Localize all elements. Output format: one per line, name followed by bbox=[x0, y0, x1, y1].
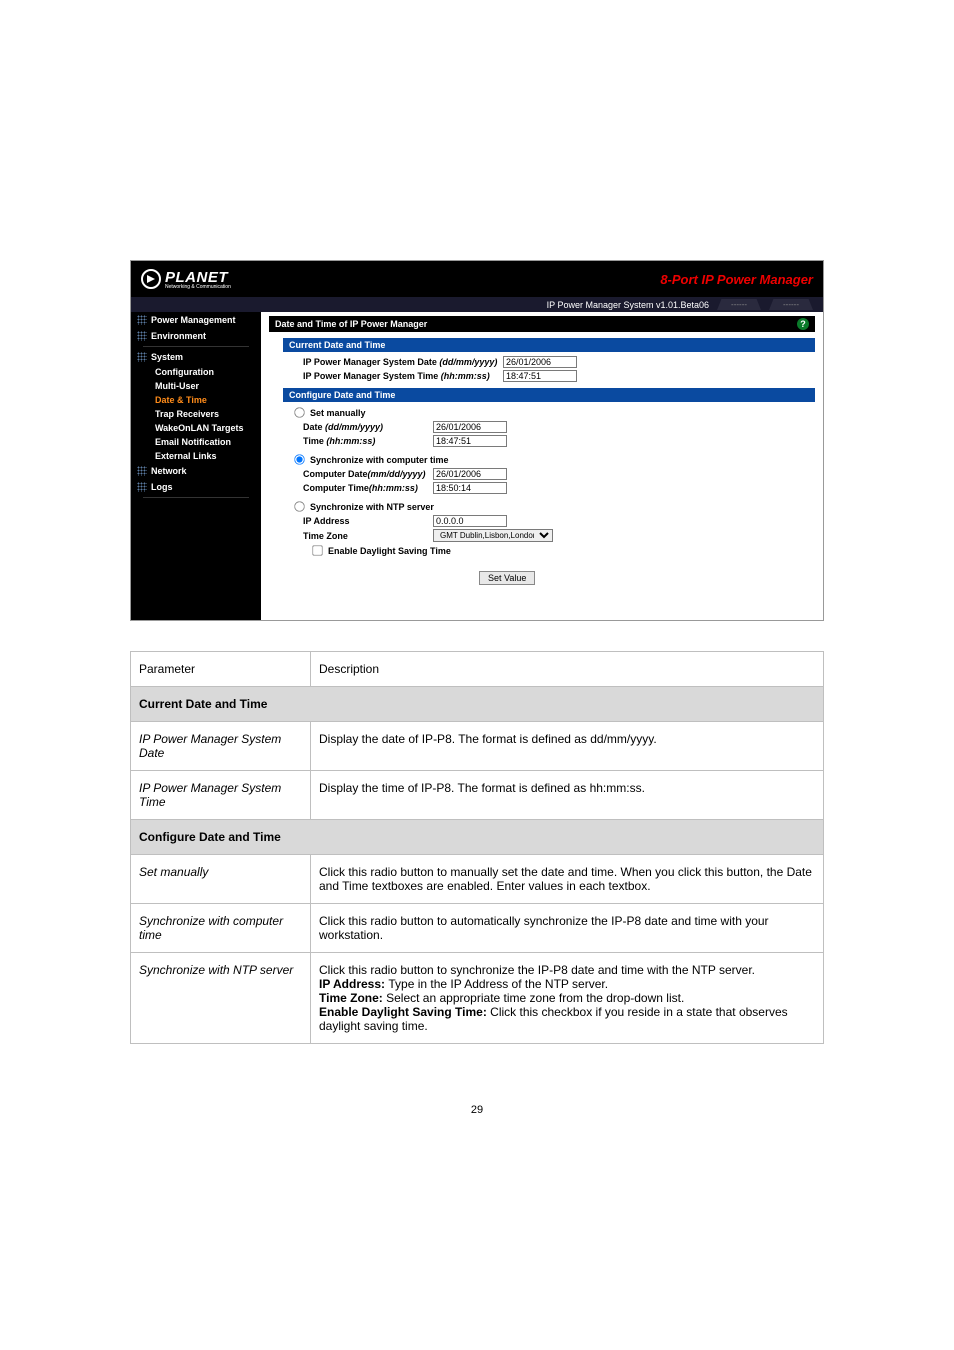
dst-checkbox[interactable] bbox=[312, 545, 322, 555]
section-current-datetime: Current Date and Time bbox=[283, 338, 815, 352]
app-screenshot: PLANET Networking & Communication 8-Port… bbox=[130, 260, 824, 621]
sidebar-item-email-notification[interactable]: Email Notification bbox=[131, 435, 261, 449]
sys-date-value bbox=[503, 356, 577, 368]
computer-time-input[interactable] bbox=[433, 482, 507, 494]
panel-title: Date and Time of IP Power Manager bbox=[275, 319, 427, 329]
group-current-datetime: Current Date and Time bbox=[131, 687, 824, 722]
brand-subtitle: Networking & Communication bbox=[165, 284, 231, 290]
parameter-table: Parameter Description Current Date and T… bbox=[130, 651, 824, 1044]
sidebar-cat-environment[interactable]: Environment bbox=[131, 328, 261, 344]
planet-logo-icon bbox=[141, 269, 161, 289]
sidebar-label: System bbox=[151, 352, 183, 362]
computer-date-label: Computer Date(mm/dd/yyyy) bbox=[303, 469, 433, 479]
panel-title-bar: Date and Time of IP Power Manager ? bbox=[269, 316, 815, 332]
sys-time-value bbox=[503, 370, 577, 382]
group-configure-datetime: Configure Date and Time bbox=[131, 820, 824, 855]
timezone-select[interactable]: GMT Dublin,Lisbon,London bbox=[433, 529, 553, 542]
set-value-button[interactable]: Set Value bbox=[479, 571, 535, 585]
sidebar-cat-system[interactable]: System bbox=[131, 349, 261, 365]
radio-set-manually-label: Set manually bbox=[310, 408, 366, 418]
page-number: 29 bbox=[0, 1104, 954, 1116]
sidebar-label: Network bbox=[151, 466, 187, 476]
desc-sys-time: Display the time of IP-P8. The format is… bbox=[311, 771, 824, 820]
sys-time-label: IP Power Manager System Time (hh:mm:ss) bbox=[303, 371, 503, 381]
timezone-label: Time Zone bbox=[303, 531, 433, 541]
manual-time-label: Time (hh:mm:ss) bbox=[303, 436, 433, 446]
system-version: IP Power Manager System v1.01.Beta06 bbox=[547, 300, 709, 310]
section-configure-datetime: Configure Date and Time bbox=[283, 388, 815, 402]
nav-dots-icon bbox=[137, 315, 147, 325]
main-panel: Date and Time of IP Power Manager ? Curr… bbox=[261, 312, 823, 620]
desc-sys-date: Display the date of IP-P8. The format is… bbox=[311, 722, 824, 771]
sidebar-item-multi-user[interactable]: Multi-User bbox=[131, 379, 261, 393]
sidebar-cat-power-management[interactable]: Power Management bbox=[131, 312, 261, 328]
col-header-description: Description bbox=[311, 652, 824, 687]
desc-set-manually: Click this radio button to manually set … bbox=[311, 855, 824, 904]
manual-time-input[interactable] bbox=[433, 435, 507, 447]
param-sync-computer: Synchronize with computer time bbox=[131, 904, 311, 953]
radio-set-manually[interactable] bbox=[294, 407, 304, 417]
brand-name: PLANET bbox=[165, 269, 231, 286]
sidebar-divider bbox=[143, 346, 249, 347]
nav-dots-icon bbox=[137, 482, 147, 492]
sidebar-cat-logs[interactable]: Logs bbox=[131, 479, 261, 495]
computer-time-label: Computer Time(hh:mm:ss) bbox=[303, 483, 433, 493]
manual-date-label: Date (dd/mm/yyyy) bbox=[303, 422, 433, 432]
param-sync-ntp: Synchronize with NTP server bbox=[131, 953, 311, 1044]
sidebar-label: Environment bbox=[151, 331, 206, 341]
app-subheader: IP Power Manager System v1.01.Beta06 ---… bbox=[131, 297, 823, 312]
nav-dots-icon bbox=[137, 331, 147, 341]
param-sys-time: IP Power Manager System Time bbox=[131, 771, 311, 820]
radio-sync-ntp-label: Synchronize with NTP server bbox=[310, 502, 434, 512]
sys-date-label: IP Power Manager System Date (dd/mm/yyyy… bbox=[303, 357, 503, 367]
desc-sync-computer: Click this radio button to automatically… bbox=[311, 904, 824, 953]
radio-sync-computer-label: Synchronize with computer time bbox=[310, 455, 449, 465]
sidebar-cat-network[interactable]: Network bbox=[131, 463, 261, 479]
manual-date-input[interactable] bbox=[433, 421, 507, 433]
help-icon[interactable]: ? bbox=[797, 318, 809, 330]
sidebar: Power Management Environment System Conf… bbox=[131, 312, 261, 620]
nav-dots-icon bbox=[137, 466, 147, 476]
sidebar-label: Logs bbox=[151, 482, 173, 492]
sidebar-label: Power Management bbox=[151, 315, 236, 325]
param-set-manually: Set manually bbox=[131, 855, 311, 904]
nav-dots-icon bbox=[137, 352, 147, 362]
dst-label: Enable Daylight Saving Time bbox=[328, 546, 451, 556]
sidebar-divider bbox=[143, 497, 249, 498]
sidebar-item-configuration[interactable]: Configuration bbox=[131, 365, 261, 379]
radio-sync-ntp[interactable] bbox=[294, 501, 304, 511]
sidebar-item-trap-receivers[interactable]: Trap Receivers bbox=[131, 407, 261, 421]
header-tab-2[interactable]: ------ bbox=[769, 299, 813, 310]
computer-date-input[interactable] bbox=[433, 468, 507, 480]
param-sys-date: IP Power Manager System Date bbox=[131, 722, 311, 771]
app-header: PLANET Networking & Communication 8-Port… bbox=[131, 261, 823, 297]
ntp-ip-input[interactable] bbox=[433, 515, 507, 527]
sidebar-item-external-links[interactable]: External Links bbox=[131, 449, 261, 463]
header-tab-1[interactable]: ------ bbox=[717, 299, 761, 310]
brand-logo: PLANET Networking & Communication bbox=[141, 269, 231, 290]
sidebar-item-date-time[interactable]: Date & Time bbox=[131, 393, 261, 407]
col-header-parameter: Parameter bbox=[131, 652, 311, 687]
sidebar-item-wol-targets[interactable]: WakeOnLAN Targets bbox=[131, 421, 261, 435]
desc-sync-ntp: Click this radio button to synchronize t… bbox=[311, 953, 824, 1044]
product-title: 8-Port IP Power Manager bbox=[660, 272, 813, 287]
radio-sync-computer[interactable] bbox=[294, 454, 304, 464]
ntp-ip-label: IP Address bbox=[303, 516, 433, 526]
